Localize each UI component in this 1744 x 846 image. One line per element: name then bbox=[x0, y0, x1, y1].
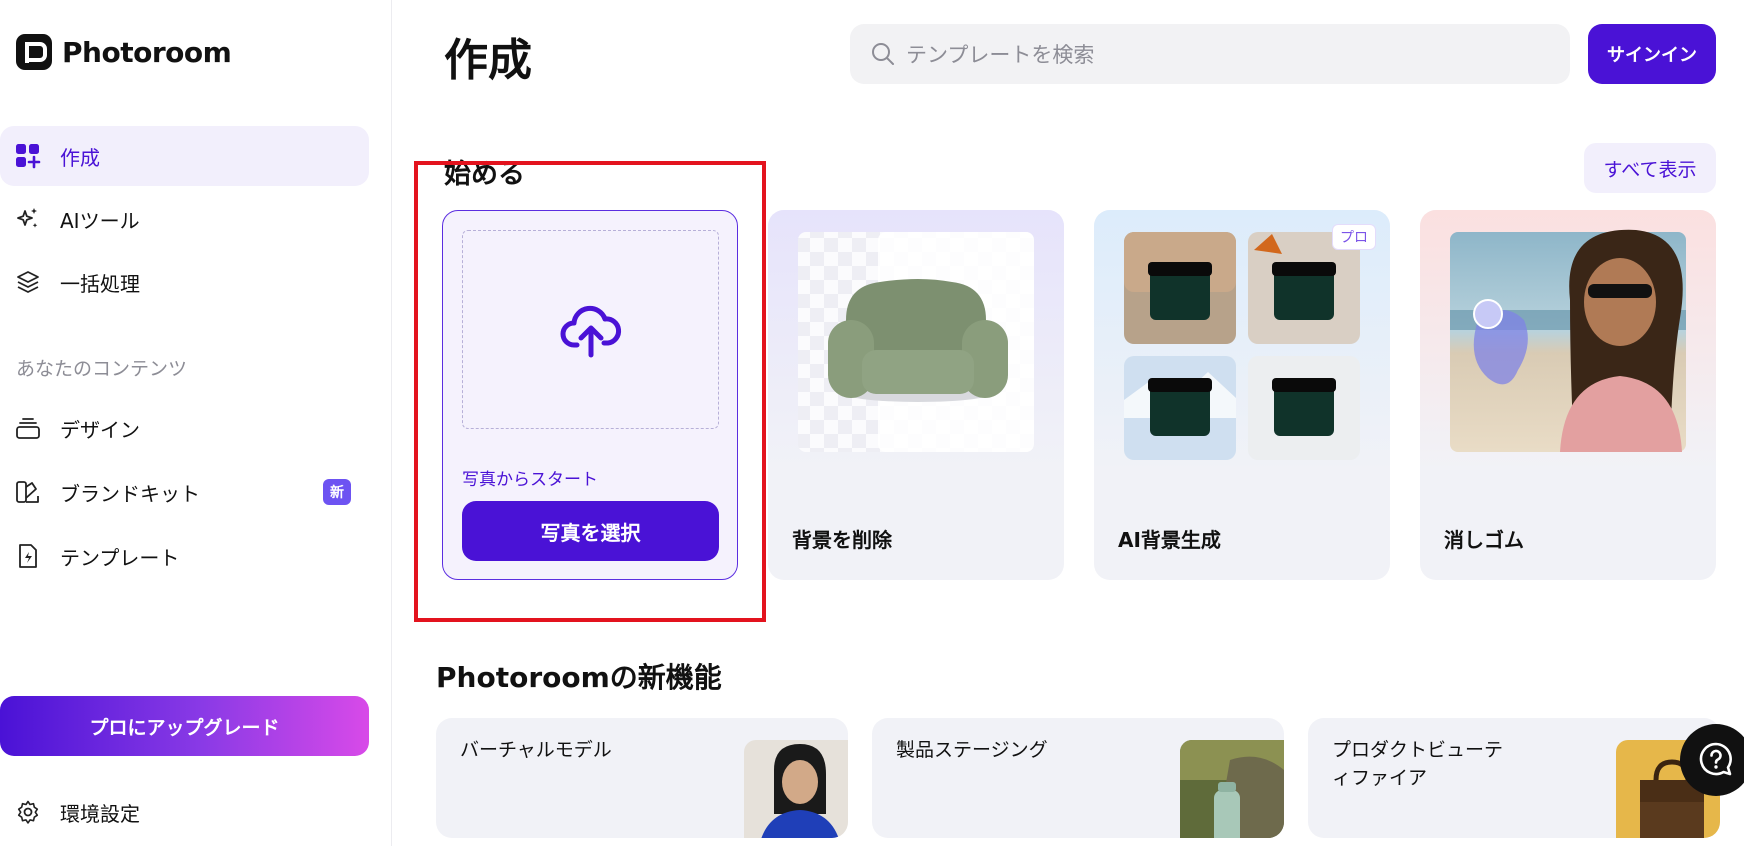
upgrade-to-pro-button[interactable]: プロにアップグレード bbox=[0, 696, 369, 756]
nav-item-label: ブランドキット bbox=[60, 481, 200, 506]
tool-card-eraser[interactable]: 消しゴム bbox=[1420, 210, 1716, 580]
search-icon bbox=[872, 43, 894, 65]
new-features-title: Photoroomの新機能 bbox=[436, 661, 722, 694]
layers-icon bbox=[14, 268, 42, 296]
grid-plus-icon bbox=[14, 142, 42, 170]
tool-label: AI背景生成 bbox=[1118, 528, 1221, 552]
help-question-icon bbox=[1699, 742, 1732, 776]
start-from-photo-label: 写真からスタート bbox=[462, 470, 598, 490]
sofa-image bbox=[768, 210, 1064, 470]
feature-card-product-beautifier[interactable]: プロダクトビューティファイア bbox=[1308, 718, 1720, 838]
content-nav: デザイン ブランドキット 新 テンプレート bbox=[0, 398, 369, 590]
cloud-upload-icon bbox=[560, 305, 621, 357]
feature-label: バーチャルモデル bbox=[460, 739, 612, 761]
signin-button[interactable]: サインイン bbox=[1588, 24, 1716, 84]
feature-label: 製品ステージング bbox=[896, 739, 1048, 761]
help-button[interactable] bbox=[1680, 724, 1744, 796]
nav-item-settings[interactable]: 環境設定 bbox=[0, 782, 369, 842]
nav-item-label: 作成 bbox=[60, 145, 100, 170]
start-section-title: 始める bbox=[444, 159, 525, 190]
nav-item-label: デザイン bbox=[60, 417, 140, 442]
new-badge: 新 bbox=[323, 479, 351, 505]
upload-dropzone[interactable] bbox=[462, 230, 719, 429]
main-nav: 作成 AIツール 一括処理 bbox=[0, 126, 369, 315]
tool-label: 消しゴム bbox=[1444, 528, 1524, 552]
nav-item-label: 一括処理 bbox=[60, 271, 140, 296]
brand-name: Photoroom bbox=[62, 35, 232, 69]
start-from-photo-card[interactable]: 写真からスタート 写真を選択 bbox=[442, 210, 738, 580]
gear-icon bbox=[14, 798, 42, 826]
nav-item-batch[interactable]: 一括処理 bbox=[0, 252, 369, 312]
search-input[interactable]: テンプレートを検索 bbox=[850, 24, 1570, 84]
nav-item-label: テンプレート bbox=[60, 545, 180, 570]
product-staging-image bbox=[1180, 740, 1284, 838]
select-photo-button[interactable]: 写真を選択 bbox=[462, 501, 719, 561]
nav-item-templates[interactable]: テンプレート bbox=[0, 526, 369, 586]
feature-card-virtual-model[interactable]: バーチャルモデル bbox=[436, 718, 848, 838]
pro-badge: プロ bbox=[1332, 224, 1376, 250]
virtual-model-image bbox=[744, 740, 848, 838]
nav-item-brand-kit[interactable]: ブランドキット 新 bbox=[0, 462, 369, 522]
photoroom-logo-icon bbox=[16, 34, 52, 70]
brand-kit-icon bbox=[14, 478, 42, 506]
logo[interactable]: Photoroom bbox=[16, 34, 232, 70]
nav-item-ai-tools[interactable]: AIツール bbox=[0, 189, 369, 249]
stack-icon bbox=[14, 414, 42, 442]
feature-card-product-staging[interactable]: 製品ステージング bbox=[872, 718, 1284, 838]
section-label-your-content: あなたのコンテンツ bbox=[16, 358, 188, 380]
tool-card-ai-background[interactable]: プロ AI背景生成 bbox=[1094, 210, 1390, 580]
feature-label: プロダクトビューティファイア bbox=[1332, 739, 1504, 789]
settings-label: 環境設定 bbox=[60, 801, 140, 826]
nav-item-label: AIツール bbox=[60, 208, 140, 233]
tool-label: 背景を削除 bbox=[792, 528, 892, 552]
sidebar: Photoroom 作成 AIツール 一括処理 あなたのコンテンツ デザイン ブ… bbox=[0, 0, 392, 846]
beach-woman-image bbox=[1420, 210, 1716, 470]
page-title: 作成 bbox=[444, 35, 532, 86]
template-file-icon bbox=[14, 542, 42, 570]
search-placeholder: テンプレートを検索 bbox=[906, 43, 1095, 67]
nav-item-create[interactable]: 作成 bbox=[0, 126, 369, 186]
nav-item-designs[interactable]: デザイン bbox=[0, 398, 369, 458]
show-all-button[interactable]: すべて表示 bbox=[1584, 143, 1716, 193]
sparkle-icon bbox=[14, 205, 42, 233]
tool-card-remove-background[interactable]: 背景を削除 bbox=[768, 210, 1064, 580]
